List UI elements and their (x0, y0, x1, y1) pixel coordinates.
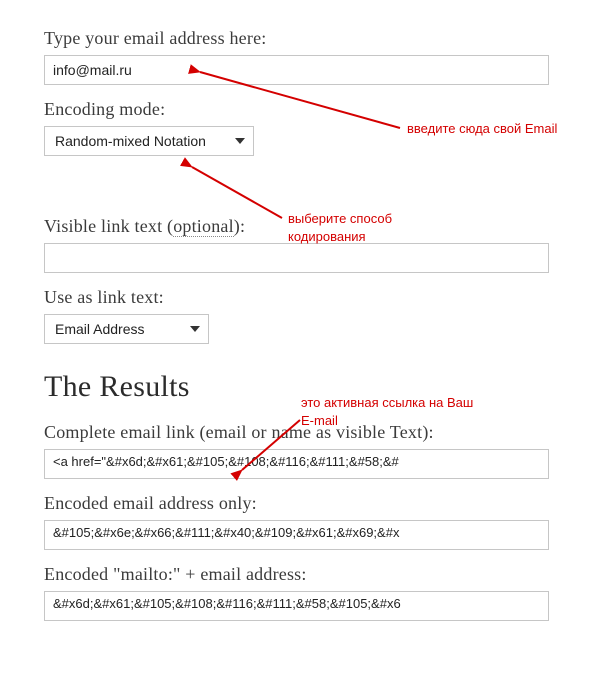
visible-text-label-post: ): (234, 216, 245, 236)
use-as-select[interactable]: Email Address (44, 314, 209, 344)
mailto-block: Encoded "mailto:" + email address: &#x6d… (44, 564, 551, 621)
visible-text-input[interactable] (44, 243, 549, 273)
results-heading: The Results (44, 370, 551, 404)
encoding-selected: Random-mixed Notation (55, 133, 206, 149)
visible-text-block: Visible link text (optional): (44, 216, 551, 273)
complete-link-output[interactable]: <a href="&#x6d;&#x61;&#105;&#108;&#116;&… (44, 449, 549, 479)
mailto-label: Encoded "mailto:" + email address: (44, 564, 551, 585)
complete-link-label: Complete email link (email or name as vi… (44, 422, 551, 443)
visible-text-label: Visible link text (optional): (44, 216, 551, 237)
encoding-select[interactable]: Random-mixed Notation (44, 126, 254, 156)
page: Type your email address here: Encoding m… (0, 0, 595, 683)
complete-link-block: Complete email link (email or name as vi… (44, 422, 551, 479)
use-as-block: Use as link text: Email Address (44, 287, 551, 344)
chevron-down-icon (190, 326, 200, 332)
email-field-block: Type your email address here: (44, 28, 551, 85)
encoded-only-block: Encoded email address only: &#105;&#x6e;… (44, 493, 551, 550)
arrow-icon (192, 167, 282, 218)
encoded-only-output[interactable]: &#105;&#x6e;&#x66;&#111;&#x40;&#109;&#x6… (44, 520, 549, 550)
use-as-selected: Email Address (55, 321, 144, 337)
mailto-output[interactable]: &#x6d;&#x61;&#105;&#108;&#116;&#111;&#58… (44, 591, 549, 621)
chevron-down-icon (235, 138, 245, 144)
email-label: Type your email address here: (44, 28, 551, 49)
encoded-only-label: Encoded email address only: (44, 493, 551, 514)
optional-text: optional (173, 216, 234, 237)
visible-text-label-pre: Visible link text ( (44, 216, 173, 236)
use-as-label: Use as link text: (44, 287, 551, 308)
encoding-block: Encoding mode: Random-mixed Notation (44, 99, 551, 156)
encoding-label: Encoding mode: (44, 99, 551, 120)
email-input[interactable] (44, 55, 549, 85)
